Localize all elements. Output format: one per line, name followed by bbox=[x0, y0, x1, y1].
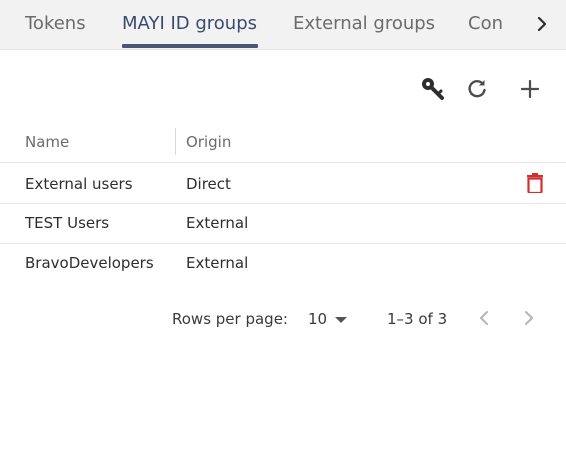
group-origin-cell: External bbox=[186, 214, 249, 232]
group-origin-cell: Direct bbox=[186, 175, 231, 193]
add-icon bbox=[520, 79, 540, 103]
next-page-button[interactable] bbox=[517, 307, 541, 331]
tab-scroll-right-button[interactable] bbox=[518, 0, 566, 49]
rows-per-page-label: Rows per page: bbox=[172, 310, 288, 328]
refresh-button[interactable] bbox=[462, 76, 492, 106]
group-name-cell: BravoDevelopers bbox=[25, 254, 154, 272]
tab-con[interactable]: Con bbox=[468, 13, 503, 34]
group-origin-cell: External bbox=[186, 254, 249, 272]
tab-mayi-id-groups[interactable]: MAYI ID groups bbox=[122, 13, 257, 34]
rows-per-page-select[interactable]: 10 bbox=[308, 309, 348, 329]
rows-per-page-value: 10 bbox=[308, 310, 328, 328]
row-divider bbox=[0, 203, 566, 204]
trash-icon bbox=[527, 173, 543, 197]
refresh-icon bbox=[466, 78, 488, 104]
tab-bar: Tokens MAYI ID groups External groups Co… bbox=[0, 0, 566, 50]
header-divider bbox=[0, 162, 566, 163]
delete-group-button[interactable] bbox=[524, 173, 546, 197]
active-tab-indicator bbox=[122, 44, 258, 48]
previous-page-button[interactable] bbox=[472, 307, 496, 331]
chevron-right-icon bbox=[524, 310, 534, 329]
key-icon bbox=[420, 76, 446, 106]
tab-tokens[interactable]: Tokens bbox=[25, 13, 86, 34]
column-divider[interactable] bbox=[175, 128, 176, 155]
pagination-range: 1–3 of 3 bbox=[387, 310, 448, 328]
group-name-cell: TEST Users bbox=[25, 214, 110, 232]
column-header-name[interactable]: Name bbox=[25, 133, 69, 151]
manage-keys-button[interactable] bbox=[418, 76, 448, 106]
column-header-origin[interactable]: Origin bbox=[186, 133, 231, 151]
chevron-left-icon bbox=[479, 310, 489, 329]
tab-external-groups[interactable]: External groups bbox=[293, 13, 435, 34]
group-name-cell: External users bbox=[25, 175, 133, 193]
chevron-right-icon bbox=[536, 16, 548, 35]
row-divider bbox=[0, 243, 566, 244]
add-group-button[interactable] bbox=[515, 76, 545, 106]
caret-down-icon bbox=[335, 310, 348, 328]
